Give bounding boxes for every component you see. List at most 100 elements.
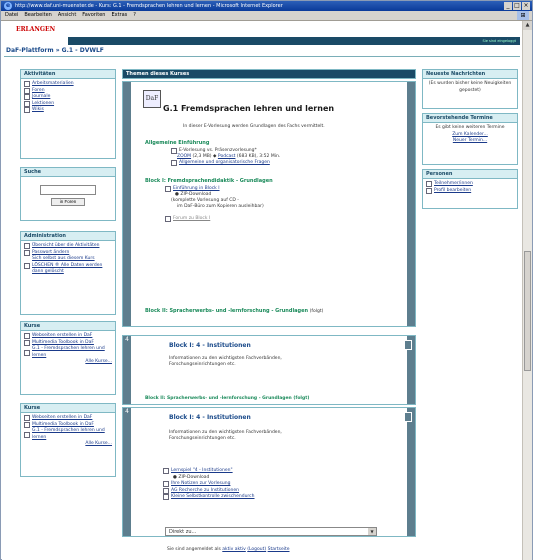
administration-block: Administration Übersicht über die Aktivi… [20, 231, 116, 315]
events-text: Es gibt keine weiteren Termine [435, 125, 505, 130]
key-icon [24, 249, 30, 256]
topic-number: 4 [123, 336, 131, 404]
all-courses-link[interactable]: Alle Kurse... [85, 441, 112, 446]
show-one-topic-icon[interactable] [404, 340, 412, 350]
courses-title-2: Kurse [21, 404, 115, 413]
block1-title: Block I: Fremdsprachendidaktik - Grundla… [145, 178, 273, 184]
journal-icon [24, 94, 30, 101]
courses-title-1: Kurse [21, 322, 115, 331]
participants-icon [426, 181, 432, 188]
topic-4a: 4 Block I: 4 - Institutionen Information… [122, 335, 416, 405]
search-block: Suche in Foren [20, 167, 116, 221]
windows-flag-icon: ⊞ [517, 11, 529, 20]
jump-to-select[interactable]: Direkt zu... ▼ [165, 527, 377, 536]
zoom-size: (2,3 MB) ◆ [192, 154, 217, 159]
course-link[interactable]: G.1 - Fremdsprachen lehren und lernen [24, 346, 112, 359]
course-icon [24, 333, 30, 340]
close-button[interactable]: × [522, 2, 530, 10]
minimize-button[interactable]: _ [504, 2, 512, 10]
logout-link[interactable]: (Logout) [247, 547, 266, 552]
topic-general: DaF G.1 Fremdsprachen lehren und lernen … [122, 81, 416, 327]
browser-window: e http://www.daf.uni-muenster.de - Kurs:… [0, 0, 533, 560]
scroll-up-icon[interactable]: ▲ [523, 21, 532, 30]
news-block: Neueste Nachrichten (Es wurden bisher ke… [422, 69, 518, 109]
page-content: ERLANGEN Sie sind eingeloggt DaF-Plattfo… [2, 21, 522, 560]
quiz-link[interactable]: Kleine Selbstkontrolle zwischendurch [171, 494, 255, 501]
menu-bearbeiten[interactable]: Bearbeiten [24, 11, 51, 20]
search-forums-button[interactable]: in Foren [50, 198, 86, 206]
topic-number: 4 [123, 408, 131, 536]
events-title: Bevorstehende Termine [423, 114, 517, 123]
course-icon [24, 415, 30, 422]
activities-block: Aktivitäten Arbeitsmaterialien Foren Jou… [20, 69, 116, 159]
menu-extras[interactable]: Extras [111, 11, 127, 20]
game-icon [163, 468, 169, 475]
news-text: (Es wurden bisher keine Neuigkeiten gepo… [428, 81, 512, 93]
faq-link[interactable]: Allgemeine und organisatorische Fragen [179, 160, 270, 166]
block1-forum-link[interactable]: Forum zu Block I [173, 216, 210, 222]
document-icon [171, 160, 177, 166]
menu-help[interactable]: ? [133, 11, 136, 20]
course-icon [24, 349, 30, 356]
resource-icon [24, 81, 30, 88]
user-link[interactable]: aktiv aktiv [222, 547, 246, 552]
footer-login-info: Sie sind angemeldet als aktiv aktiv (Log… [167, 547, 290, 552]
people-block: Personen Teilnehmer/innen Profil bearbei… [422, 169, 518, 209]
overlap-text: Block II: Spracherwerbs- und -lernforsch… [145, 396, 310, 401]
chevron-down-icon[interactable]: ▼ [368, 528, 376, 535]
block2-suffix: (folgt) [309, 309, 324, 314]
all-courses-link[interactable]: Alle Kurse... [85, 359, 112, 364]
course-link[interactable]: G.1 - Fremdsprachen lehren und lernen [24, 428, 112, 441]
activity-wikis[interactable]: Wikis [24, 107, 112, 114]
breadcrumb-divider [4, 56, 520, 57]
new-event-link[interactable]: Neuer Termin... [426, 138, 514, 145]
course-logo-icon: DaF [143, 90, 161, 108]
topic-4b-text: Informationen zu den wichtigsten Fachver… [169, 430, 282, 441]
home-link[interactable]: Startseite [268, 547, 290, 552]
podcast-link[interactable]: Podcast [218, 154, 236, 159]
admin-unenrol[interactable]: Sich selbst aus diesem Kurs LÖSCHEN ® Al… [24, 256, 112, 276]
topics-header-label: Themen dieses Kurses [123, 70, 415, 78]
vertical-scrollbar[interactable]: ▲ [522, 21, 532, 560]
site-logo[interactable]: ERLANGEN [16, 26, 55, 33]
user-icon [426, 187, 432, 194]
show-one-topic-icon[interactable] [404, 412, 412, 422]
edit-profile-link[interactable]: Profil bearbeiten [434, 188, 471, 195]
lesson-icon [24, 100, 30, 107]
breadcrumb[interactable]: DaF-Plattform » G.1 - DVWLF [6, 47, 104, 54]
general-intro-title: Allgemeine Einführung [145, 140, 210, 146]
menu-datei[interactable]: Datei [5, 11, 18, 20]
wiki-icon [24, 107, 30, 114]
activities-title: Aktivitäten [21, 70, 115, 79]
maximize-button[interactable]: □ [513, 2, 521, 10]
news-title: Neueste Nachrichten [423, 70, 517, 79]
events-block: Bevorstehende Termine Es gibt keine weit… [422, 113, 518, 165]
note-icon [163, 481, 169, 488]
page-header: ERLANGEN [4, 23, 520, 35]
podcast-size: (683 KB), 3:52 Min. [236, 154, 281, 159]
courses-block-1: Kurse Webseiten erstellen in DaF Multime… [20, 321, 116, 395]
course-intro: In dieser E-Vorlesung werden Grundlagen … [183, 124, 325, 129]
menu-favoriten[interactable]: Favoriten [82, 11, 105, 20]
topic-4b: 4 Block I: 4 - Institutionen Information… [122, 407, 416, 537]
course-icon [24, 339, 30, 346]
document-icon [165, 186, 171, 192]
topic-4b-title: Block I: 4 - Institutionen [169, 414, 251, 421]
topic-4a-text: Informationen zu den wichtigsten Fachver… [169, 356, 282, 367]
menu-ansicht[interactable]: Ansicht [58, 11, 76, 20]
zoom-link[interactable]: ZOOM [177, 154, 191, 159]
search-input[interactable] [40, 185, 96, 195]
courses-block-2: Kurse Webseiten erstellen in DaF Multime… [20, 403, 116, 477]
group-icon [163, 487, 169, 494]
search-title: Suche [21, 168, 115, 177]
cd-note-2: im DaF-Büro zum Kopieren ausleihbar) [177, 204, 264, 209]
topic-4a-title: Block I: 4 - Institutionen [169, 342, 251, 349]
quiz-icon [163, 494, 169, 501]
title-bar: e http://www.daf.uni-muenster.de - Kurs:… [1, 1, 532, 11]
scroll-thumb[interactable] [524, 251, 531, 371]
ie-icon: e [4, 2, 12, 10]
forum-icon [24, 87, 30, 94]
user-icon [24, 262, 30, 269]
course-title: G.1 Fremdsprachen lehren und lernen [163, 104, 335, 113]
report-icon [24, 243, 30, 250]
